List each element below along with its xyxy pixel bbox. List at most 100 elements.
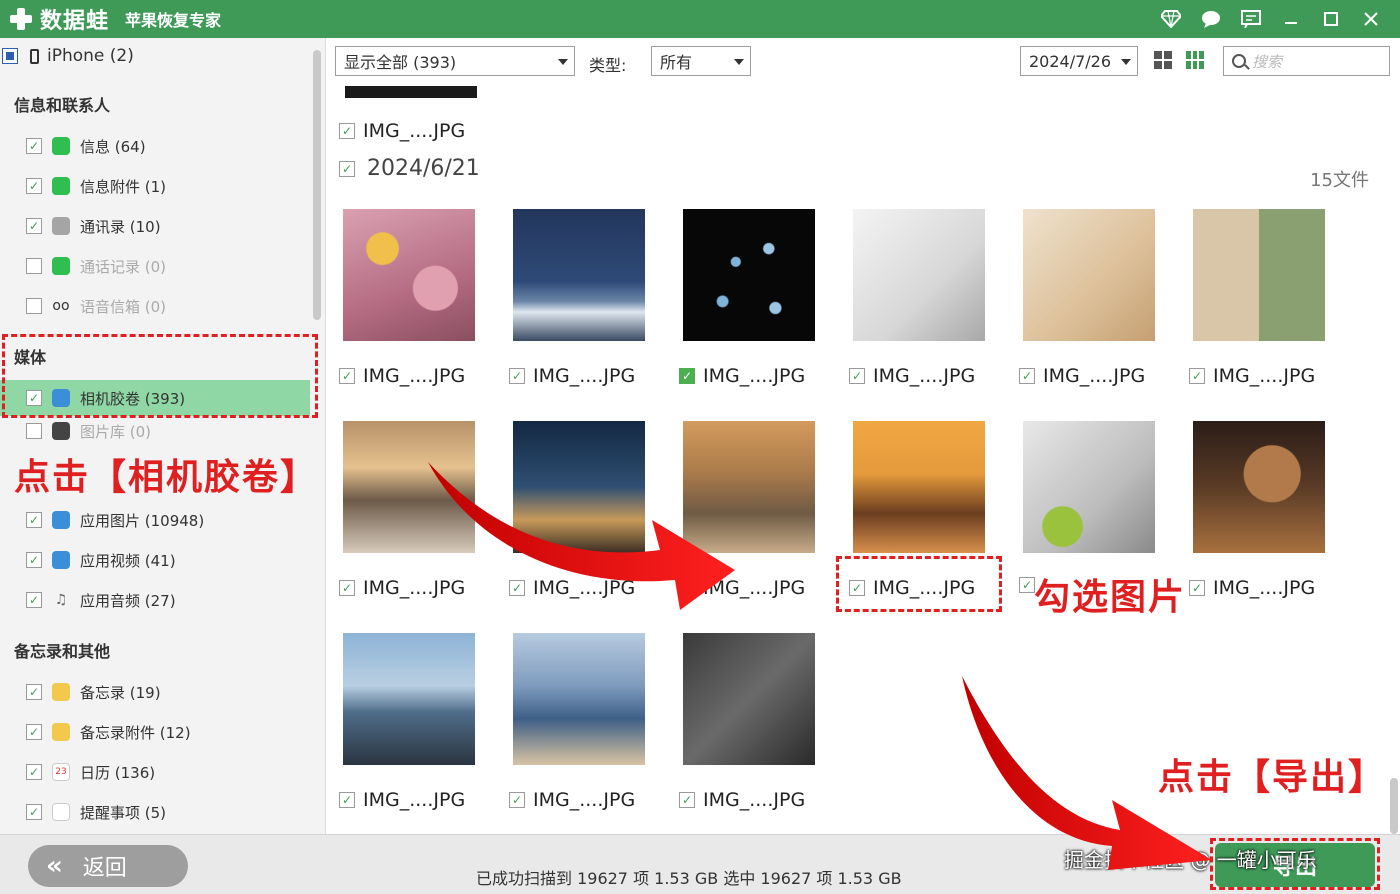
photo-thumbnail[interactable] bbox=[853, 421, 985, 553]
filter-dropdown[interactable]: 显示全部 (393) bbox=[335, 46, 575, 76]
checkbox[interactable] bbox=[26, 804, 42, 820]
checkbox[interactable] bbox=[1189, 368, 1205, 384]
checkbox[interactable] bbox=[679, 580, 695, 596]
close-icon[interactable] bbox=[1360, 8, 1382, 30]
checkbox[interactable] bbox=[1019, 368, 1035, 384]
photo-thumbnail[interactable] bbox=[513, 633, 645, 765]
sidebar-item-contacts[interactable]: 通讯录 (10) bbox=[0, 208, 310, 244]
checkbox[interactable] bbox=[679, 368, 695, 384]
sidebar-item-notes[interactable]: 备忘录 (19) bbox=[0, 674, 310, 710]
checkbox[interactable] bbox=[339, 123, 355, 139]
section-header-messages: 信息和联系人 bbox=[14, 96, 111, 115]
checkbox[interactable] bbox=[509, 368, 525, 384]
checkbox[interactable] bbox=[26, 138, 42, 154]
checkbox[interactable] bbox=[26, 178, 42, 194]
checkbox[interactable] bbox=[26, 218, 42, 234]
sidebar-item-app-audio[interactable]: ♫ 应用音频 (27) bbox=[0, 582, 310, 618]
file-label[interactable]: IMG_....JPG bbox=[509, 365, 635, 387]
checkbox[interactable] bbox=[339, 792, 355, 808]
thumbnail-view-icon[interactable] bbox=[1183, 48, 1207, 72]
checkbox[interactable] bbox=[679, 792, 695, 808]
type-value: 所有 bbox=[660, 53, 693, 72]
photo-thumbnail[interactable] bbox=[1023, 209, 1155, 341]
phone-device-icon bbox=[30, 48, 39, 64]
checkbox[interactable] bbox=[1019, 577, 1035, 593]
type-dropdown[interactable]: 所有 bbox=[651, 46, 751, 76]
chat-icon[interactable] bbox=[1200, 8, 1222, 30]
photo-thumbnail[interactable] bbox=[683, 209, 815, 341]
checkbox[interactable] bbox=[339, 368, 355, 384]
back-label: 返回 bbox=[82, 856, 127, 881]
checkbox[interactable] bbox=[26, 423, 42, 439]
photo-thumbnail[interactable] bbox=[683, 633, 815, 765]
file-label[interactable]: IMG_....JPG bbox=[849, 365, 975, 387]
device-checkbox[interactable] bbox=[2, 48, 18, 64]
checkbox[interactable] bbox=[1189, 580, 1205, 596]
photo-thumbnail[interactable] bbox=[683, 421, 815, 553]
file-label[interactable]: IMG_....JPG bbox=[1019, 365, 1145, 387]
file-name: IMG_....JPG bbox=[533, 365, 636, 387]
sidebar-item-message-attachments[interactable]: 信息附件 (1) bbox=[0, 168, 310, 204]
file-name: IMG_....JPG bbox=[703, 577, 806, 599]
file-label[interactable]: IMG_....JPG bbox=[1189, 577, 1315, 599]
checkbox[interactable] bbox=[26, 684, 42, 700]
checkbox[interactable] bbox=[339, 160, 355, 177]
maximize-icon[interactable] bbox=[1320, 8, 1342, 30]
photo-thumbnail[interactable] bbox=[1023, 421, 1155, 553]
sidebar-item-device[interactable]: iPhone (2) bbox=[0, 38, 310, 74]
file-label[interactable]: IMG_....JPG bbox=[679, 789, 805, 811]
sidebar-item-call-history[interactable]: 通话记录 (0) bbox=[0, 248, 310, 284]
grid-view-icon[interactable] bbox=[1151, 48, 1175, 72]
file-label[interactable]: IMG_....JPG bbox=[509, 577, 635, 599]
photo-thumbnail[interactable] bbox=[343, 421, 475, 553]
photo-thumbnail[interactable] bbox=[513, 209, 645, 341]
sidebar-item-app-photos[interactable]: 应用图片 (10948) bbox=[0, 502, 310, 538]
file-count: 15文件 bbox=[1310, 170, 1369, 191]
sidebar-item-app-videos[interactable]: 应用视频 (41) bbox=[0, 542, 310, 578]
file-label[interactable]: IMG_....JPG bbox=[339, 365, 465, 387]
file-label[interactable]: IMG_....JPG bbox=[339, 577, 465, 599]
file-label[interactable]: IMG_....JPG bbox=[679, 577, 805, 599]
checkbox[interactable] bbox=[26, 258, 42, 274]
date-dropdown[interactable]: 2024/7/26 bbox=[1020, 46, 1138, 76]
sidebar-item-photo-library[interactable]: 图片库 (0) bbox=[0, 420, 310, 442]
sidebar-item-label: 语音信箱 (0) bbox=[80, 297, 167, 316]
file-label[interactable]: IMG_....JPG bbox=[1189, 365, 1315, 387]
photo-thumbnail[interactable] bbox=[343, 633, 475, 765]
checkbox[interactable] bbox=[849, 368, 865, 384]
sidebar-item-calendar[interactable]: 23 日历 (136) bbox=[0, 754, 310, 790]
back-button[interactable]: « 返回 bbox=[28, 845, 188, 887]
sidebar-item-voicemail[interactable]: oo 语音信箱 (0) bbox=[0, 288, 310, 324]
photo-thumbnail[interactable] bbox=[853, 209, 985, 341]
diamond-icon[interactable] bbox=[1160, 8, 1182, 30]
sidebar-item-reminders[interactable]: 提醒事项 (5) bbox=[0, 794, 310, 830]
checkbox[interactable] bbox=[509, 792, 525, 808]
file-label[interactable]: IMG_....JPG bbox=[509, 789, 635, 811]
photo-thumbnail[interactable] bbox=[1193, 209, 1325, 341]
checkbox[interactable] bbox=[26, 298, 42, 314]
file-label[interactable]: IMG_....JPG bbox=[339, 789, 465, 811]
photo-thumbnail[interactable] bbox=[1193, 421, 1325, 553]
checkbox[interactable] bbox=[26, 552, 42, 568]
main-scrollbar[interactable] bbox=[1390, 778, 1398, 834]
checkbox[interactable] bbox=[509, 580, 525, 596]
search-input[interactable]: 搜索 bbox=[1223, 46, 1390, 76]
checkbox[interactable] bbox=[26, 724, 42, 740]
minimize-icon[interactable] bbox=[1280, 8, 1302, 30]
photo-thumbnail[interactable] bbox=[513, 421, 645, 553]
checkbox[interactable] bbox=[26, 764, 42, 780]
checkbox[interactable] bbox=[26, 592, 42, 608]
file-label-previous[interactable]: IMG_....JPG bbox=[339, 120, 465, 142]
feedback-icon[interactable] bbox=[1240, 8, 1262, 30]
app-videos-icon bbox=[52, 551, 70, 569]
sidebar-item-notes-attachments[interactable]: 备忘录附件 (12) bbox=[0, 714, 310, 750]
sidebar-item-messages[interactable]: 信息 (64) bbox=[0, 128, 310, 164]
sidebar: iPhone (2) 信息和联系人 信息 (64) 信息附件 (1) 通讯录 (… bbox=[0, 38, 326, 834]
date-group-header[interactable]: 2024/6/21 bbox=[339, 156, 480, 181]
checkbox[interactable] bbox=[26, 512, 42, 528]
sidebar-scrollbar[interactable] bbox=[313, 50, 321, 320]
checkbox[interactable] bbox=[339, 580, 355, 596]
file-label[interactable]: IMG_....JPG bbox=[679, 365, 805, 387]
app-audio-icon: ♫ bbox=[54, 592, 68, 608]
photo-thumbnail[interactable] bbox=[343, 209, 475, 341]
